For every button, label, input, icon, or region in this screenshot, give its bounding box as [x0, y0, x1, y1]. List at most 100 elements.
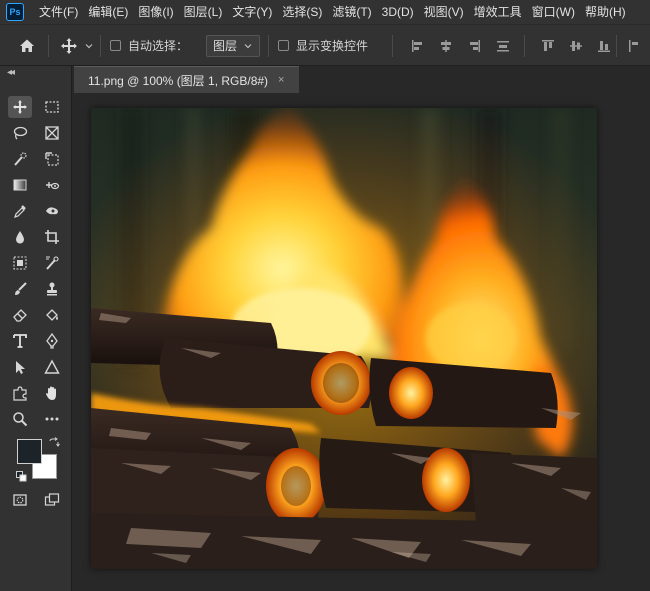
pen-tool[interactable] [40, 330, 64, 352]
divider [268, 35, 269, 57]
menu-plugins[interactable]: 增效工具 [469, 0, 527, 24]
document-tab[interactable]: 11.png @ 100% (图层 1, RGB/8#) × [74, 66, 299, 93]
move-tool-preset-button[interactable] [60, 25, 94, 66]
move-icon [13, 100, 27, 114]
divider [524, 35, 525, 57]
menu-filter[interactable]: 滤镜(T) [327, 0, 376, 24]
eyedropper-icon [14, 205, 26, 218]
menu-type[interactable]: 文字(Y) [227, 0, 277, 24]
document-tab-bar: 11.png @ 100% (图层 1, RGB/8#) × [72, 66, 650, 93]
paint-bucket-tool[interactable] [40, 304, 64, 326]
home-icon [20, 39, 34, 52]
crop-tool[interactable] [40, 226, 64, 248]
menu-window[interactable]: 窗口(W) [527, 0, 580, 24]
clone-stamp-icon [47, 282, 57, 296]
align-right-icon[interactable] [466, 38, 482, 54]
shape-tool[interactable] [40, 356, 64, 378]
marquee-tool[interactable] [40, 96, 64, 118]
show-transform-checkbox[interactable] [278, 40, 289, 51]
swap-colors-icon[interactable] [48, 436, 60, 448]
document-tab-title: 11.png @ 100% (图层 1, RGB/8#) [88, 73, 269, 88]
align-left-icon[interactable] [410, 38, 426, 54]
home-button[interactable] [18, 25, 36, 66]
distribute-vertical-icon[interactable] [495, 38, 511, 54]
screen-mode-icon [44, 493, 60, 506]
align-top-icon[interactable] [540, 38, 556, 54]
menu-view[interactable]: 视图(V) [419, 0, 469, 24]
blur-tool[interactable] [8, 226, 32, 248]
eyedropper-tool[interactable] [8, 200, 32, 222]
puzzle-shape-icon [13, 386, 27, 401]
type-tool[interactable] [8, 330, 32, 352]
more-tools[interactable] [40, 408, 64, 430]
paint-bucket-icon [46, 309, 58, 321]
auto-select-label: 自动选择： [128, 39, 189, 53]
color-replace-tool[interactable] [40, 252, 64, 274]
quick-mask-tool[interactable] [8, 489, 32, 511]
quick-select-tool[interactable] [8, 148, 32, 170]
menu-help[interactable]: 帮助(H) [580, 0, 631, 24]
slice-icon [45, 152, 59, 166]
chevron-down-icon [85, 43, 93, 48]
rectangle-marquee-icon [45, 101, 59, 113]
divider [616, 35, 617, 57]
align-vertical-center-icon[interactable] [568, 38, 584, 54]
default-colors-icon[interactable] [16, 469, 27, 482]
align-bottom-icon[interactable] [596, 38, 612, 54]
gradient-icon [13, 179, 27, 191]
auto-select-dropdown[interactable]: 图层 [206, 34, 261, 57]
brush-tool[interactable] [8, 278, 32, 300]
auto-select-checkbox[interactable] [110, 40, 121, 51]
menu-bar: Ps 文件(F) 编辑(E) 图像(I) 图层(L) 文字(Y) 选择(S) 滤… [0, 0, 650, 24]
menu-layer[interactable]: 图层(L) [179, 0, 228, 24]
campfire-image [91, 108, 597, 569]
menu-select[interactable]: 选择(S) [277, 0, 327, 24]
content-aware-move-icon [46, 182, 60, 190]
frame-tool[interactable] [40, 122, 64, 144]
quick-select-icon [14, 152, 27, 166]
content-aware-move-tool[interactable] [40, 174, 64, 196]
spot-healing-tool[interactable] [8, 252, 32, 274]
smudge-tool[interactable] [40, 200, 64, 222]
eraser-tool[interactable] [8, 304, 32, 326]
chevron-down-icon [244, 43, 252, 48]
foreground-color-swatch[interactable] [17, 439, 42, 464]
custom-shape-tool[interactable] [8, 382, 32, 404]
auto-select-value: 图层 [213, 39, 238, 53]
move-tool[interactable] [8, 96, 32, 118]
hand-tool[interactable] [40, 382, 64, 404]
menu-file[interactable]: 文件(F) [34, 0, 83, 24]
brush-icon [15, 282, 27, 295]
path-select-tool[interactable] [8, 356, 32, 378]
document-canvas[interactable] [91, 108, 597, 569]
eraser-icon [13, 309, 27, 322]
screen-mode-tool[interactable] [40, 489, 64, 511]
zoom-magnifier-icon [13, 412, 28, 427]
menu-image[interactable]: 图像(I) [133, 0, 178, 24]
lasso-tool[interactable] [8, 122, 32, 144]
collapse-panel-icon[interactable]: ◂◂ [7, 67, 15, 78]
divider [48, 35, 49, 57]
stamp-tool[interactable] [40, 278, 64, 300]
divider [100, 35, 101, 57]
lasso-icon [13, 126, 28, 140]
quick-mask-icon [13, 494, 27, 506]
spot-healing-icon [13, 256, 27, 270]
more-dots-icon [45, 417, 59, 421]
type-icon [13, 334, 27, 348]
path-select-arrow-icon [16, 361, 25, 374]
move-icon [61, 37, 77, 54]
menu-3d[interactable]: 3D(D) [377, 0, 419, 24]
gradient-tool[interactable] [8, 174, 32, 196]
canvas-area [72, 93, 650, 591]
align-horizontal-center-icon[interactable] [438, 38, 454, 54]
slice-tool[interactable] [40, 148, 64, 170]
close-icon[interactable]: × [278, 74, 284, 86]
zoom-tool[interactable] [8, 408, 32, 430]
triangle-icon [44, 359, 60, 374]
menu-edit[interactable]: 编辑(E) [83, 0, 133, 24]
color-replace-icon [46, 256, 59, 270]
align-more-icon[interactable] [626, 38, 642, 54]
photoshop-logo: Ps [6, 3, 24, 21]
show-transform-label: 显示变换控件 [296, 39, 369, 53]
